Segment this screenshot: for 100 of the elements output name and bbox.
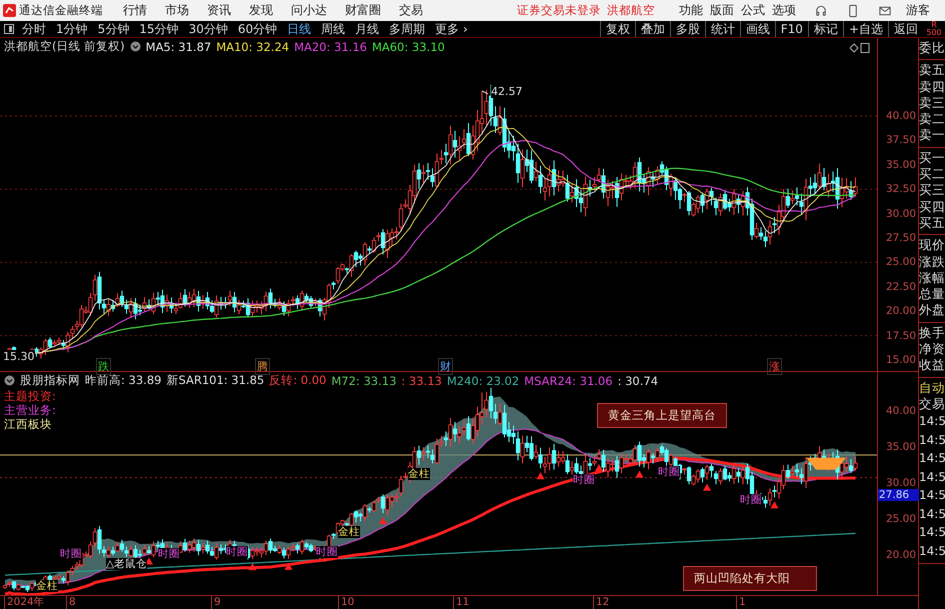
indicator-value: MA20: 31.16 — [294, 40, 367, 54]
menu-item[interactable]: 公式 — [741, 2, 765, 19]
user-label[interactable]: 游客 — [906, 2, 930, 19]
dropdown-icon[interactable] — [4, 375, 15, 386]
signal-marker: 腾 — [255, 358, 270, 375]
indicator-value: : 30.74 — [618, 374, 658, 388]
period-tab[interactable]: 1分钟 — [56, 20, 88, 38]
chart-label: △老鼠仓 — [106, 558, 148, 570]
menu-item[interactable]: 发现 — [249, 2, 273, 19]
menu-item[interactable]: 财富圈 — [345, 2, 381, 19]
chart-label: 时圈 — [226, 546, 248, 558]
quote-label: 14:5 — [919, 506, 945, 523]
toolbar-button[interactable]: 多股 — [670, 21, 705, 37]
quote-label: 买四 — [919, 198, 945, 215]
period-tab[interactable]: 5分钟 — [98, 20, 130, 38]
triangle-marker — [636, 471, 644, 478]
quote-label: 买三 — [919, 182, 945, 199]
axis-label: 40.00 — [886, 110, 916, 122]
signal-marker: 财 — [438, 358, 453, 375]
quote-label: 买二 — [919, 166, 945, 182]
dropdown-icon[interactable] — [130, 41, 141, 52]
low-price-label: 15.30 — [3, 350, 34, 364]
toolbar-button[interactable]: +自选 — [842, 21, 888, 37]
chart-label: 金柱 — [338, 526, 360, 538]
status-notice: 洪都航空 — [607, 3, 655, 18]
chart-label: 时圈 — [740, 494, 762, 506]
callout-box: 两山凹陷处有大阳 — [683, 566, 817, 592]
indicator-value: 股朋指标网 — [20, 373, 80, 388]
triangle-marker — [595, 464, 603, 472]
axis-label: 35.00 — [886, 158, 916, 171]
chart-label: 金柱 — [36, 580, 58, 592]
period-tab[interactable]: 周线 — [321, 20, 346, 38]
menu-item[interactable]: 交易 — [399, 2, 423, 19]
indicator-value: MA10: 32.24 — [216, 40, 290, 54]
badge-text: R — [931, 21, 937, 29]
quote-label: 卖三 — [919, 94, 945, 112]
indicator-value: MA5: 31.87 — [146, 40, 212, 54]
panel-toggle-icon[interactable] — [4, 24, 14, 34]
toolbar-button[interactable]: 标记 — [808, 21, 843, 37]
period-tab[interactable]: 更多 › — [435, 20, 468, 38]
period-tab[interactable]: 日线 — [287, 20, 312, 38]
quote-label: 交易 — [919, 396, 945, 412]
indicator-value: 昨前高: 33.89 — [85, 373, 162, 388]
signal-marker: 跌 — [96, 358, 111, 375]
quote-label: 14:5 — [919, 450, 945, 468]
chart-label: 金柱 — [408, 468, 430, 480]
triangle-marker — [770, 502, 778, 509]
quote-label: 卖五 — [919, 62, 945, 79]
note-label: 主题投资: — [4, 389, 56, 404]
quote-label: 14:5 — [919, 413, 945, 430]
menu-item[interactable]: 资讯 — [207, 2, 231, 19]
quote-label: 换手 — [919, 324, 945, 342]
quote-label: 14:5 — [919, 524, 945, 542]
quote-label: 净资 — [919, 341, 945, 358]
price-tag: 27.86 — [878, 488, 919, 501]
period-tab[interactable]: 分时 — [22, 20, 46, 38]
period-tab[interactable]: 30分钟 — [188, 20, 228, 38]
indicator-value: MSAR24: 31.06 — [524, 374, 613, 388]
axis-label: 35.00 — [886, 441, 916, 454]
toolbar-button[interactable]: 画线 — [740, 21, 775, 37]
menu-item[interactable]: 行情 — [123, 2, 147, 19]
period-tab[interactable]: 多周期 — [389, 20, 426, 38]
axis-label: 27.50 — [886, 232, 916, 244]
quote-label: 14:5 — [919, 468, 945, 486]
indicator-value: : 33.13 — [401, 374, 442, 388]
note-label: 主营业务: — [4, 403, 56, 418]
callout-box: 黄金三角上是望高台 — [597, 403, 727, 428]
axis-label: 20.00 — [886, 305, 916, 318]
diamond-icon[interactable] — [850, 43, 870, 53]
axis-label: 22.50 — [886, 280, 916, 293]
quote-label: 总量 — [919, 286, 945, 302]
toolbar-button[interactable]: 复权 — [600, 21, 635, 37]
menu-item[interactable]: 版面 — [710, 2, 734, 19]
headset-icon[interactable] — [814, 4, 828, 18]
high-price-label: 42.57 — [491, 84, 522, 98]
quote-label: 14:5 — [919, 542, 945, 560]
period-tab[interactable]: 60分钟 — [238, 20, 278, 38]
axis-label: 25.00 — [886, 513, 916, 526]
menu-item[interactable]: 问小达 — [291, 2, 327, 19]
axis-label: 15.00 — [886, 354, 916, 366]
quote-label: 卖一 — [919, 127, 945, 144]
note-label: 江西板块 — [4, 417, 53, 432]
axis-label: 40.00 — [886, 405, 916, 418]
triangle-marker — [536, 472, 544, 480]
toolbar-button[interactable]: 返回 — [888, 21, 923, 37]
toolbar-button[interactable]: 统计 — [704, 21, 740, 37]
toolbar-button[interactable]: 叠加 — [634, 21, 670, 37]
chart-label: 时圈 — [60, 548, 82, 560]
period-tab[interactable]: 月线 — [355, 20, 380, 38]
quote-label: 外盘 — [919, 302, 945, 319]
axis-label: 25.00 — [886, 256, 916, 268]
triangle-marker — [379, 518, 387, 525]
menu-item[interactable]: 选项 — [772, 2, 796, 19]
signal-marker: 涨 — [767, 358, 782, 375]
toolbar-button[interactable]: F10 — [774, 21, 808, 37]
period-tab[interactable]: 15分钟 — [139, 20, 179, 38]
triangle-marker — [703, 484, 711, 492]
quote-label: 买一 — [919, 150, 945, 166]
menu-item[interactable]: 市场 — [165, 2, 189, 19]
menu-item[interactable]: 功能 — [679, 2, 703, 19]
